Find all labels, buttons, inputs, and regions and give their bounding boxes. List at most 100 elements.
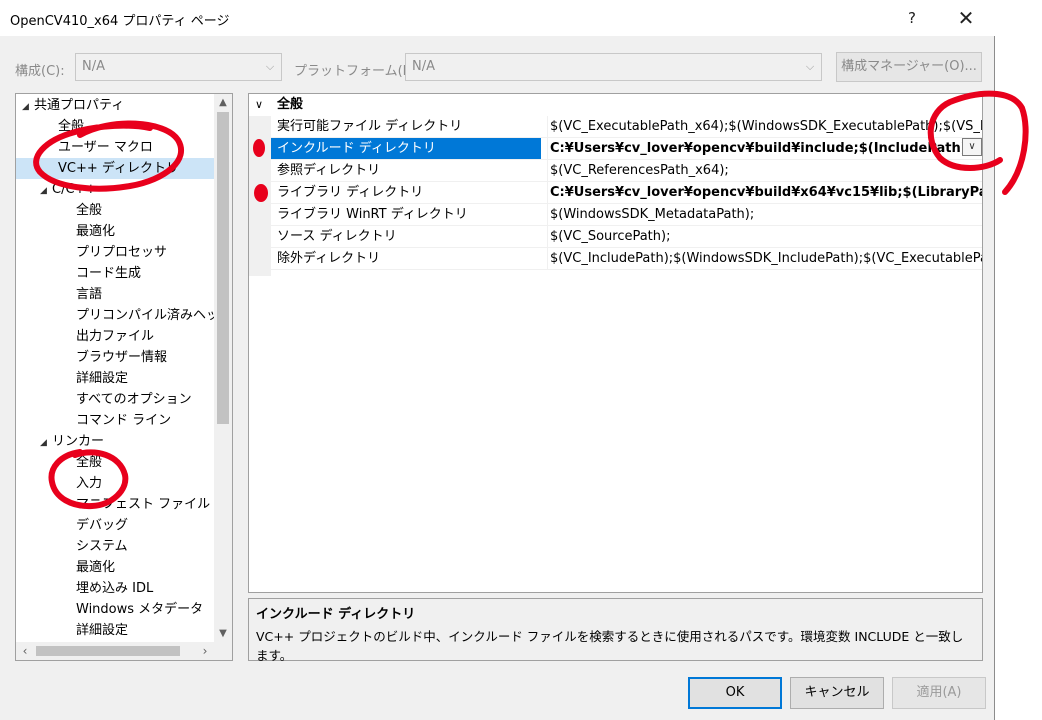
platform-value: N/A xyxy=(412,59,435,74)
tree-item-all-options[interactable]: すべてのオプション xyxy=(76,389,192,410)
property-name: インクルード ディレクトリ xyxy=(271,138,541,159)
tree-item-label: すべてのオプション xyxy=(76,392,192,407)
tree-item-label: 全般 xyxy=(76,203,103,218)
collapse-chevron-icon[interactable]: ∨ xyxy=(255,94,263,116)
platform-label: プラットフォーム(P): xyxy=(294,64,420,79)
tree-item-windows-metadata[interactable]: Windows メタデータ xyxy=(76,599,203,620)
configuration-label: 構成(C): xyxy=(15,64,65,79)
property-value[interactable]: $(VC_ReferencesPath_x64); xyxy=(547,160,982,181)
tree-item-browse-information[interactable]: ブラウザー情報 xyxy=(76,347,167,368)
scrollbar-thumb[interactable] xyxy=(36,646,180,656)
grid-gutter xyxy=(249,116,271,276)
tree-item-cpp-advanced[interactable]: 詳細設定 xyxy=(76,368,128,389)
tree-item-label: コード生成 xyxy=(76,266,142,281)
tree-item-label: 言語 xyxy=(76,287,103,302)
tree-item-precompiled-headers[interactable]: プリコンパイル済みヘッダー xyxy=(76,305,233,326)
scroll-right-icon[interactable]: › xyxy=(196,642,214,660)
tree-item-preprocessor[interactable]: プリプロセッサ xyxy=(76,242,167,263)
tree-item-language[interactable]: 言語 xyxy=(76,284,102,305)
tree-horizontal-scrollbar[interactable]: ‹ › xyxy=(16,642,232,660)
cancel-button[interactable]: キャンセル xyxy=(790,677,884,709)
title-bar: OpenCV410_x64 プロパティ ページ ? ✕ xyxy=(0,0,995,36)
expand-triangle-icon[interactable]: ◢ xyxy=(22,97,34,118)
description-text: VC++ プロジェクトのビルド中、インクルード ファイルを検索するときに使用され… xyxy=(256,629,964,663)
property-value[interactable]: $(VC_SourcePath); xyxy=(547,226,982,247)
scroll-up-icon[interactable]: ▲ xyxy=(214,94,232,112)
tree-item-input[interactable]: 入力 xyxy=(76,473,102,494)
tree-item-label: 埋め込み IDL xyxy=(76,581,154,596)
description-title: インクルード ディレクトリ xyxy=(256,607,416,622)
expand-triangle-icon[interactable]: ◢ xyxy=(40,433,52,454)
tree-item-c-cpp[interactable]: ◢ C/C++ xyxy=(40,179,96,200)
configuration-dropdown[interactable]: N/A ⌵ xyxy=(75,53,282,81)
tree-item-code-generation[interactable]: コード生成 xyxy=(76,263,141,284)
tree-item-linker-advanced[interactable]: 詳細設定 xyxy=(76,620,128,641)
tree-item-label: 最適化 xyxy=(76,560,116,575)
tree-item-cpp-optimization[interactable]: 最適化 xyxy=(76,221,115,242)
property-row-include-directories[interactable]: インクルード ディレクトリ C:¥Users¥cv_lover¥opencv¥b… xyxy=(271,138,982,160)
tree-item-label: ユーザー マクロ xyxy=(58,140,153,155)
property-value[interactable]: C:¥Users¥cv_lover¥opencv¥build¥include;$… xyxy=(547,138,982,159)
property-row-reference-directories[interactable]: 参照ディレクトリ $(VC_ReferencesPath_x64); xyxy=(271,160,982,182)
tree-item-label: システム xyxy=(76,539,128,554)
property-grid: ∨ 全般 実行可能ファイル ディレクトリ $(VC_ExecutablePath… xyxy=(248,93,983,593)
value-dropdown-button[interactable]: ∨ xyxy=(962,138,982,156)
help-icon[interactable]: ? xyxy=(890,0,934,36)
tree-item-label: 全般 xyxy=(58,119,85,134)
chevron-down-icon: ⌵ xyxy=(265,60,275,73)
configuration-manager-button[interactable]: 構成マネージャー(O)... xyxy=(836,52,982,82)
tree-item-label: Windows メタデータ xyxy=(76,602,204,617)
property-name: ライブラリ ディレクトリ xyxy=(277,185,424,200)
tree-item-label: プリコンパイル済みヘッダー xyxy=(76,308,233,323)
tree-item-vc-directories[interactable]: VC++ ディレクトリ xyxy=(16,158,214,179)
scrollbar-thumb[interactable] xyxy=(217,112,229,424)
property-row-exclude-directories[interactable]: 除外ディレクトリ $(VC_IncludePath);$(WindowsSDK_… xyxy=(271,248,982,270)
tree-item-system[interactable]: システム xyxy=(76,536,128,557)
tree-item-embedded-idl[interactable]: 埋め込み IDL xyxy=(76,578,153,599)
property-row-executable-directories[interactable]: 実行可能ファイル ディレクトリ $(VC_ExecutablePath_x64)… xyxy=(271,116,982,138)
property-tree[interactable]: ◢ 共通プロパティ 全般 ユーザー マクロ VC++ ディレクトリ ◢ C/C++ … xyxy=(15,93,233,661)
property-name: 実行可能ファイル ディレクトリ xyxy=(277,119,463,134)
tree-item-label: マニフェスト ファイル xyxy=(76,497,211,512)
property-name: ソース ディレクトリ xyxy=(277,229,397,244)
tree-item-output-files[interactable]: 出力ファイル xyxy=(76,326,154,347)
property-value[interactable]: $(WindowsSDK_MetadataPath); xyxy=(547,204,982,225)
scroll-left-icon[interactable]: ‹ xyxy=(16,642,34,660)
tree-item-label: リンカー xyxy=(52,434,105,449)
platform-dropdown[interactable]: N/A ⌵ xyxy=(405,53,822,81)
description-panel: インクルード ディレクトリ VC++ プロジェクトのビルド中、インクルード ファ… xyxy=(248,598,983,663)
window-title: OpenCV410_x64 プロパティ ページ xyxy=(10,14,230,29)
tree-item-label: C/C++ xyxy=(52,182,97,197)
tree-item-linker-general[interactable]: 全般 xyxy=(76,452,102,473)
property-row-source-directories[interactable]: ソース ディレクトリ $(VC_SourcePath); xyxy=(271,226,982,248)
apply-button[interactable]: 適用(A) xyxy=(892,677,986,709)
tree-item-common-properties[interactable]: ◢ 共通プロパティ xyxy=(22,95,124,116)
property-value[interactable]: $(VC_IncludePath);$(WindowsSDK_IncludePa… xyxy=(547,248,982,269)
tree-item-linker-optimization[interactable]: 最適化 xyxy=(76,557,115,578)
tree-item-label: 詳細設定 xyxy=(76,623,129,638)
tree-item-manifest-file[interactable]: マニフェスト ファイル xyxy=(76,494,210,515)
chevron-down-icon: ∨ xyxy=(968,141,976,152)
property-row-library-winrt-directories[interactable]: ライブラリ WinRT ディレクトリ $(WindowsSDK_Metadata… xyxy=(271,204,982,226)
property-value[interactable]: $(VC_ExecutablePath_x64);$(WindowsSDK_Ex… xyxy=(547,116,982,137)
close-icon[interactable]: ✕ xyxy=(944,0,988,36)
tree-item-general[interactable]: 全般 xyxy=(58,116,84,137)
property-name: 参照ディレクトリ xyxy=(277,163,381,178)
scroll-down-icon[interactable]: ▼ xyxy=(214,625,232,643)
tree-item-cpp-general[interactable]: 全般 xyxy=(76,200,102,221)
ok-button[interactable]: OK xyxy=(688,677,782,709)
tree-item-label: 最適化 xyxy=(76,224,116,239)
tree-vertical-scrollbar[interactable]: ▲ ▼ xyxy=(214,94,232,643)
tree-item-user-macros[interactable]: ユーザー マクロ xyxy=(58,137,153,158)
property-value[interactable]: C:¥Users¥cv_lover¥opencv¥build¥x64¥vc15¥… xyxy=(547,182,982,203)
property-pages-dialog: OpenCV410_x64 プロパティ ページ ? ✕ 構成(C): N/A ⌵… xyxy=(0,0,995,720)
tree-item-debugging[interactable]: デバッグ xyxy=(76,515,128,536)
category-general[interactable]: ∨ 全般 xyxy=(249,94,982,116)
expand-triangle-icon[interactable]: ◢ xyxy=(40,181,52,202)
tree-item-label: ブラウザー情報 xyxy=(76,350,168,365)
property-row-library-directories[interactable]: ライブラリ ディレクトリ C:¥Users¥cv_lover¥opencv¥bu… xyxy=(271,182,982,204)
tree-item-linker[interactable]: ◢ リンカー xyxy=(40,431,104,452)
tree-item-label: 詳細設定 xyxy=(76,371,129,386)
tree-item-command-line[interactable]: コマンド ライン xyxy=(76,410,171,431)
chevron-down-icon: ⌵ xyxy=(805,60,815,73)
